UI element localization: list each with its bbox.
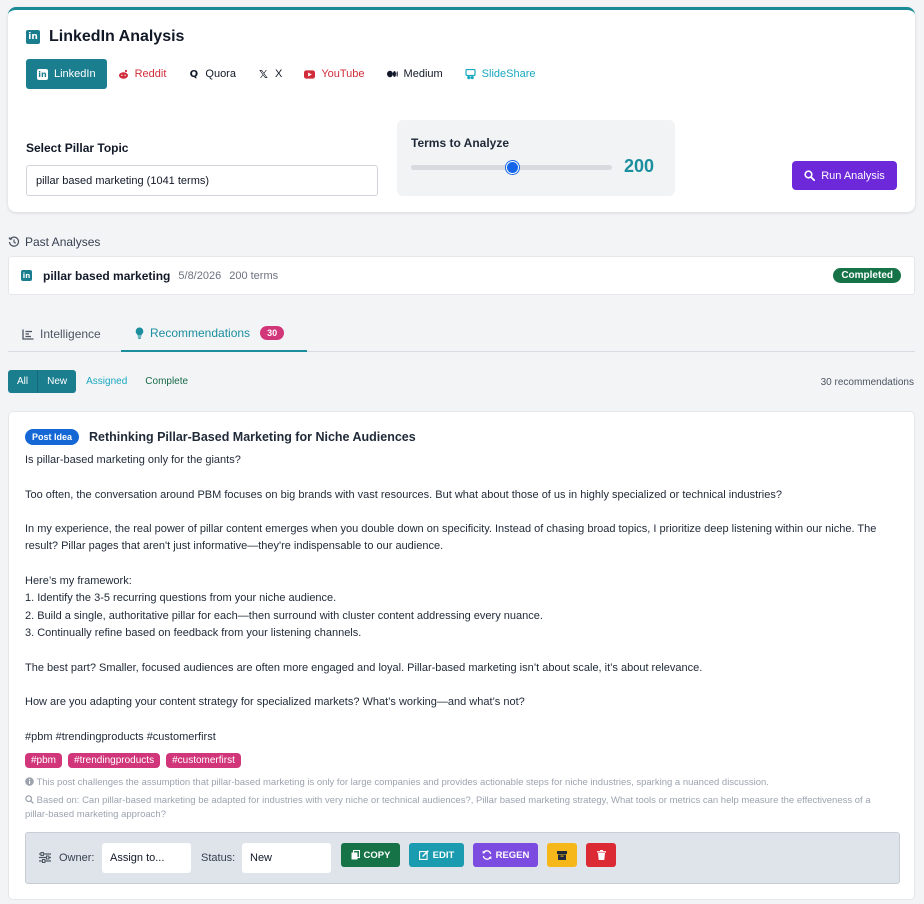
hashtag-chip: #trendingproducts <box>68 753 161 768</box>
tab-label: Recommendations <box>150 326 251 340</box>
recommendation-body: Is pillar-based marketing only for the g… <box>25 454 877 743</box>
linkedin-icon: in <box>37 68 48 80</box>
regenerate-button[interactable]: REGEN <box>473 843 538 867</box>
recommendation-actions: Owner: Assign to... Status: New COPY EDI… <box>25 832 900 884</box>
reason-text: This post challenges the assumption that… <box>36 777 769 788</box>
hashtag-list: #pbm #trendingproducts #customerfirst <box>25 753 241 768</box>
terms-panel: Terms to Analyze 200 <box>397 120 675 196</box>
platform-label: YouTube <box>321 68 365 80</box>
tab-intelligence[interactable]: Intelligence <box>8 316 115 352</box>
recommendation-header: Post Idea Rethinking Pillar-Based Market… <box>25 429 416 445</box>
tab-recommendations[interactable]: Recommendations 30 <box>121 316 307 352</box>
recommendation-title: Rethinking Pillar-Based Marketing for Ni… <box>89 430 416 444</box>
hashtag-chip: #pbm <box>25 753 63 768</box>
terms-slider[interactable] <box>411 161 612 174</box>
edit-icon <box>418 850 429 860</box>
sliders-icon <box>39 852 51 863</box>
recommendation-sources: Based on: Can pillar-based marketing be … <box>25 794 885 822</box>
history-icon <box>8 236 20 247</box>
filter-complete[interactable]: Complete <box>136 370 197 393</box>
platform-tab-linkedin[interactable]: in LinkedIn <box>26 59 107 89</box>
linkedin-icon: in <box>21 270 32 281</box>
recommendations-count-badge: 30 <box>260 326 285 340</box>
archive-icon <box>557 850 567 860</box>
tab-label: Intelligence <box>40 327 101 341</box>
past-analysis-terms: 200 terms <box>229 269 279 282</box>
linkedin-icon: in <box>26 30 40 44</box>
run-analysis-button[interactable]: Run Analysis <box>792 161 897 190</box>
past-analysis-topic: pillar based marketing <box>43 268 171 283</box>
platform-tab-x[interactable]: 𝕏 X <box>247 59 293 89</box>
based-on-text: Based on: Can pillar-based marketing be … <box>25 795 871 820</box>
x-icon: 𝕏 <box>259 67 268 81</box>
platform-tab-quora[interactable]: Q Quora <box>177 59 247 89</box>
edit-button[interactable]: EDIT <box>409 843 464 867</box>
platform-label: Medium <box>403 68 443 80</box>
refresh-icon <box>482 850 491 860</box>
slideshare-icon <box>465 68 476 80</box>
copy-button[interactable]: COPY <box>341 843 400 867</box>
run-analysis-label: Run Analysis <box>821 169 885 182</box>
quora-icon: Q <box>189 68 199 80</box>
copy-icon <box>351 850 360 860</box>
platform-tab-youtube[interactable]: YouTube <box>293 59 375 89</box>
recommendations-count-text: 30 recommendations <box>820 377 914 388</box>
youtube-icon <box>304 69 316 80</box>
analysis-card: in LinkedIn Analysis in LinkedIn Reddit … <box>8 7 915 212</box>
platform-label: Reddit <box>134 68 167 80</box>
page-title: LinkedIn Analysis <box>49 28 185 45</box>
slider-thumb[interactable] <box>505 161 519 174</box>
status-label: Status: <box>201 852 236 864</box>
past-analyses-title: Past Analyses <box>25 235 101 249</box>
pillar-topic-select[interactable]: pillar based marketing (1041 terms) <box>26 165 378 196</box>
status-badge: Completed <box>833 268 901 283</box>
search-icon <box>25 795 34 804</box>
platform-tabs: in LinkedIn Reddit Q Quora 𝕏 X YouTube M… <box>26 59 547 89</box>
filter-new[interactable]: New <box>37 370 77 393</box>
info-icon <box>25 777 34 786</box>
reddit-icon <box>118 69 129 80</box>
platform-label: Quora <box>205 68 236 80</box>
filter-assigned[interactable]: Assigned <box>77 370 136 393</box>
trash-icon <box>596 850 606 860</box>
filter-all[interactable]: All <box>8 370 38 393</box>
delete-button[interactable] <box>586 843 616 867</box>
regen-label: REGEN <box>495 849 530 861</box>
platform-tab-medium[interactable]: Medium <box>376 59 454 89</box>
result-tabs: Intelligence Recommendations 30 <box>8 316 915 352</box>
terms-label: Terms to Analyze <box>411 136 510 150</box>
hashtag-chip: #customerfirst <box>166 753 241 768</box>
platform-label: LinkedIn <box>54 68 96 80</box>
post-type-badge: Post Idea <box>25 429 80 445</box>
past-analyses-heading: Past Analyses <box>8 235 100 249</box>
platform-label: SlideShare <box>481 68 536 80</box>
lightbulb-icon <box>135 327 144 339</box>
past-analysis-row[interactable]: in pillar based marketing 5/8/2026 200 t… <box>8 256 915 295</box>
platform-tab-reddit[interactable]: Reddit <box>107 59 178 89</box>
copy-label: COPY <box>363 849 391 861</box>
medium-icon <box>386 69 398 80</box>
owner-select[interactable]: Assign to... <box>102 843 191 873</box>
archive-button[interactable] <box>547 843 577 867</box>
status-filters: All New Assigned Complete <box>8 370 197 393</box>
search-icon <box>804 170 816 181</box>
terms-value: 200 <box>624 156 655 176</box>
platform-label: X <box>274 68 283 80</box>
past-analysis-date: 5/8/2026 <box>178 269 222 282</box>
status-select[interactable]: New <box>242 843 331 873</box>
recommendation-card: Post Idea Rethinking Pillar-Based Market… <box>8 411 915 900</box>
pillar-topic-label: Select Pillar Topic <box>26 141 129 155</box>
chart-icon <box>22 329 34 340</box>
edit-label: EDIT <box>432 849 455 861</box>
recommendation-reason: This post challenges the assumption that… <box>25 776 885 790</box>
platform-tab-slideshare[interactable]: SlideShare <box>454 59 547 89</box>
title-row: in LinkedIn Analysis <box>26 28 184 46</box>
owner-label: Owner: <box>59 852 95 864</box>
